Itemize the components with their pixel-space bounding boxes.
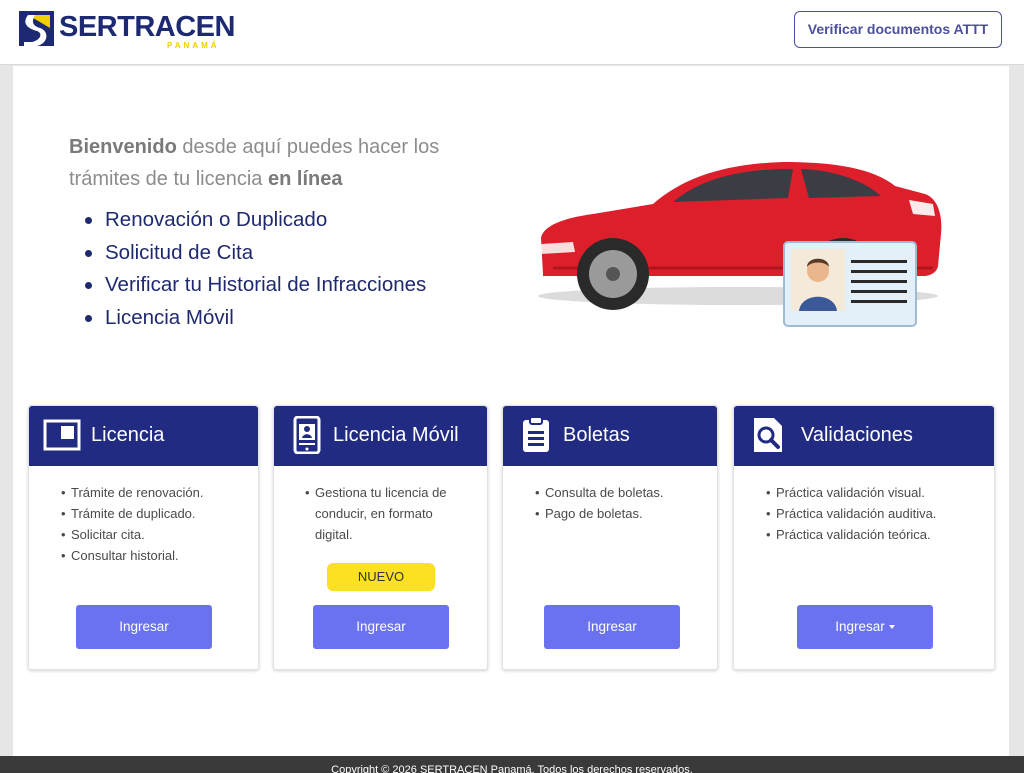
card-header: Licencia xyxy=(29,406,258,466)
feature-item: Licencia Móvil xyxy=(83,302,426,335)
feature-item: Verificar tu Historial de Infracciones xyxy=(83,269,426,302)
list-item: Consulta de boletas. xyxy=(535,482,664,503)
card-header: Validaciones xyxy=(734,406,994,466)
mobile-license-icon xyxy=(293,416,321,454)
card-item-list: Consulta de boletas. Pago de boletas. xyxy=(535,482,664,524)
list-item: Trámite de renovación. xyxy=(61,482,203,503)
main-content: Bienvenido desde aquí puedes hacer los t… xyxy=(13,66,1009,756)
list-item: Práctica validación teórica. xyxy=(766,524,936,545)
list-item: Consultar historial. xyxy=(61,545,203,566)
card-item-list: Gestiona tu licencia de conducir, en for… xyxy=(305,482,455,545)
list-item: Solicitar cita. xyxy=(61,524,203,545)
card-header: Licencia Móvil xyxy=(274,406,487,466)
license-card-icon xyxy=(43,419,81,451)
list-item: Práctica validación auditiva. xyxy=(766,503,936,524)
ingresar-button[interactable]: Ingresar xyxy=(544,605,680,649)
card-title: Validaciones xyxy=(801,424,913,446)
welcome-text: Bienvenido desde aquí puedes hacer los t… xyxy=(69,131,469,195)
card-title: Licencia Móvil xyxy=(333,424,459,446)
list-item: Trámite de duplicado. xyxy=(61,503,203,524)
feature-item: Solicitud de Cita xyxy=(83,237,426,270)
feature-list: Renovación o Duplicado Solicitud de Cita… xyxy=(83,204,426,334)
card-title: Boletas xyxy=(563,424,630,446)
top-navbar: SERTRACEN PANAMÁ Verificar documentos AT… xyxy=(0,0,1024,65)
list-item: Práctica validación visual. xyxy=(766,482,936,503)
button-label: Ingresar xyxy=(835,619,885,634)
sertracen-logo[interactable]: SERTRACEN PANAMÁ xyxy=(19,10,235,50)
ingresar-button[interactable]: Ingresar xyxy=(313,605,449,649)
list-item: Gestiona tu licencia de conducir, en for… xyxy=(305,482,455,545)
card-licencia: Licencia Trámite de renovación. Trámite … xyxy=(28,405,259,670)
card-boletas: Boletas Consulta de boletas. Pago de bol… xyxy=(502,405,718,670)
welcome-strong-2: en línea xyxy=(267,168,343,190)
new-badge: NUEVO xyxy=(327,563,435,591)
card-title: Licencia xyxy=(91,424,165,446)
ingresar-button[interactable]: Ingresar xyxy=(76,605,212,649)
card-header: Boletas xyxy=(503,406,717,466)
card-licencia-movil: Licencia Móvil Gestiona tu licencia de c… xyxy=(273,405,488,670)
logo-text: SERTRACEN xyxy=(59,11,235,43)
search-document-icon xyxy=(754,418,782,452)
feature-item: Renovación o Duplicado xyxy=(83,204,426,237)
card-validaciones: Validaciones Práctica validación visual.… xyxy=(733,405,995,670)
card-item-list: Trámite de renovación. Trámite de duplic… xyxy=(61,482,203,566)
clipboard-icon xyxy=(523,416,549,452)
logo-mark-icon xyxy=(19,11,54,46)
copyright-text: Copyright © 2026 SERTRACEN Panamá. Todos… xyxy=(331,764,693,773)
list-item: Pago de boletas. xyxy=(535,503,664,524)
verify-documents-button[interactable]: Verificar documentos ATTT xyxy=(794,11,1002,48)
hero-car-illustration xyxy=(538,162,942,327)
card-item-list: Práctica validación visual. Práctica val… xyxy=(766,482,936,545)
caret-down-icon xyxy=(888,625,895,630)
footer: Copyright © 2026 SERTRACEN Panamá. Todos… xyxy=(0,756,1024,773)
logo-subtitle: PANAMÁ xyxy=(167,41,220,50)
welcome-strong: Bienvenido xyxy=(69,136,177,158)
ingresar-dropdown-button[interactable]: Ingresar xyxy=(797,605,933,649)
